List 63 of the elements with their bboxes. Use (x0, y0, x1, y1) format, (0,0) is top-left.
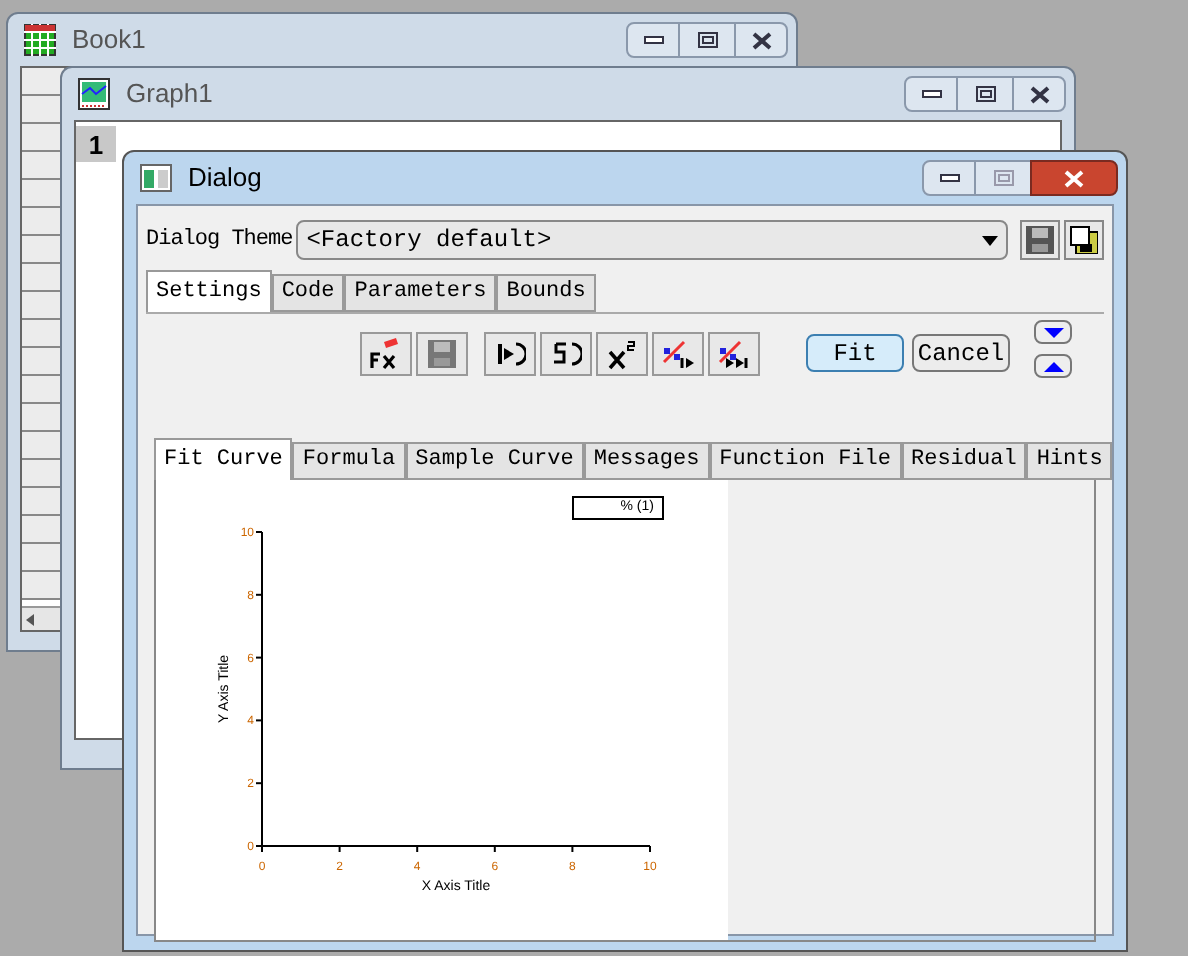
toolbar-button[interactable] (540, 332, 592, 376)
maximize-button[interactable] (680, 22, 734, 58)
window-title: Graph1 (126, 76, 213, 113)
undo-icon (494, 338, 526, 370)
collapse-button[interactable] (1034, 320, 1072, 344)
close-icon (751, 31, 771, 49)
reset-icon (550, 338, 582, 370)
save-icon (1026, 226, 1054, 254)
maximize-icon (975, 86, 995, 102)
fit-step-icon (660, 338, 696, 370)
expand-button[interactable] (1034, 354, 1072, 378)
close-icon (1064, 169, 1084, 187)
row-header[interactable] (22, 68, 66, 96)
action-button[interactable]: Fit (806, 334, 904, 372)
minimize-icon (643, 36, 663, 44)
toolbar-button[interactable] (708, 332, 760, 376)
minimize-icon (939, 174, 959, 182)
tab[interactable]: Parameters (344, 274, 497, 312)
tab[interactable]: Bounds (496, 274, 596, 312)
close-icon (1029, 85, 1049, 103)
scroll-left-icon[interactable] (22, 611, 38, 627)
theme-dropdown[interactable]: <Factory default> (296, 220, 1008, 260)
tab[interactable]: Sample Curve (405, 442, 584, 480)
save-as-theme-button[interactable] (1064, 220, 1104, 260)
close-button[interactable] (734, 22, 788, 58)
tab[interactable]: Settings (146, 270, 272, 312)
maximize-icon (697, 32, 717, 48)
tab[interactable]: Residual (901, 442, 1027, 480)
tab[interactable]: Code (271, 274, 345, 312)
minimize-button[interactable] (904, 76, 958, 112)
window-title: Dialog (188, 160, 262, 197)
theme-label: Dialog Theme (146, 225, 293, 256)
dropdown-arrow-icon (982, 235, 998, 245)
graph-icon (78, 78, 110, 110)
save-theme-button[interactable] (1020, 220, 1060, 260)
tab[interactable]: Hints (1026, 442, 1113, 480)
toolbar-button[interactable] (596, 332, 648, 376)
action-button[interactable]: Cancel (912, 334, 1010, 372)
down-arrow-icon (1043, 327, 1063, 337)
save-icon (426, 338, 458, 370)
spreadsheet-icon (24, 24, 56, 56)
tab[interactable]: Function File (709, 442, 901, 480)
maximize-button[interactable] (958, 76, 1012, 112)
close-button[interactable] (1012, 76, 1066, 112)
toolbar-button[interactable] (360, 332, 412, 376)
tab[interactable]: Messages (583, 442, 710, 480)
minimize-icon (921, 90, 941, 98)
close-button[interactable] (1030, 160, 1118, 196)
minimize-button[interactable] (626, 22, 680, 58)
toolbar-button[interactable] (652, 332, 704, 376)
chi-square-icon (606, 338, 638, 370)
fit-until-converged-icon (716, 338, 752, 370)
minimize-button[interactable] (922, 160, 976, 196)
tab[interactable]: Fit Curve (154, 438, 293, 480)
up-arrow-icon (1043, 361, 1063, 371)
tab[interactable]: Formula (292, 442, 406, 480)
save-as-icon (1070, 226, 1098, 254)
maximize-icon (993, 170, 1013, 186)
dialog-icon (140, 164, 172, 192)
toolbar-button[interactable] (484, 332, 536, 376)
layer-tab[interactable]: 1 (76, 126, 116, 162)
window-title: Book1 (72, 22, 146, 59)
function-icon (368, 338, 404, 370)
